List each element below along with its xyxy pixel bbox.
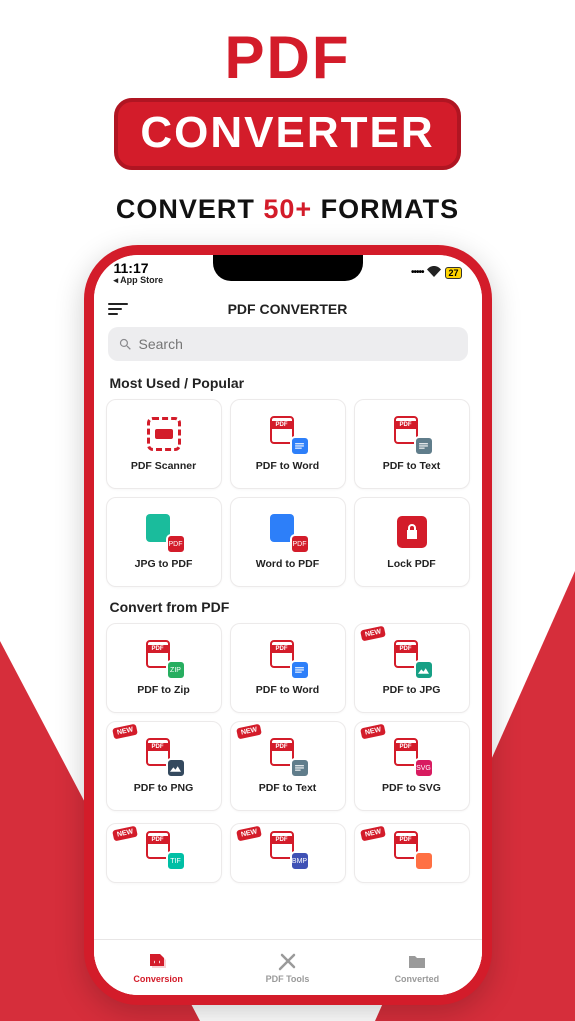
nav-conversion[interactable]: Conversion (94, 940, 223, 995)
new-badge: NEW (360, 626, 386, 642)
card-pdf-to-svg[interactable]: NEW SVG PDF to SVG (354, 721, 470, 811)
nav-label: PDF Tools (266, 974, 310, 984)
card-pdf-to-word-2[interactable]: PDF to Word (230, 623, 346, 713)
card-pdf-to-text-2[interactable]: NEW PDF to Text (230, 721, 346, 811)
app-header: PDF CONVERTER (94, 297, 482, 325)
card-jpg-to-pdf[interactable]: PDF JPG to PDF (106, 497, 222, 587)
tools-icon (276, 952, 298, 972)
card-label: PDF Scanner (131, 460, 196, 472)
content-scroll[interactable]: Most Used / Popular PDF Scanner (94, 371, 482, 939)
new-badge: NEW (236, 724, 262, 740)
card-pdf-to-png[interactable]: NEW PDF to PNG (106, 721, 222, 811)
hero-title-pdf: PDF (0, 28, 575, 88)
card-word-to-pdf[interactable]: PDF Word to PDF (230, 497, 346, 587)
image-icon (166, 758, 186, 778)
word-doc-icon (290, 660, 310, 680)
card-partial-tif[interactable]: NEW TIF (106, 823, 222, 883)
tif-icon: TIF (166, 851, 186, 871)
new-badge: NEW (360, 724, 386, 740)
section-convert-title: Convert from PDF (110, 599, 466, 615)
bottom-nav: Conversion PDF Tools Converted (94, 939, 482, 995)
grid-popular: PDF Scanner PDF to Word (106, 399, 470, 587)
hero-subtitle: CONVERT 50+ FORMATS (0, 194, 575, 225)
nav-label: Converted (395, 974, 440, 984)
card-label: PDF to PNG (134, 782, 194, 794)
status-back-link[interactable]: ◂ App Store (114, 276, 164, 286)
image-icon (414, 660, 434, 680)
new-badge: NEW (360, 826, 386, 842)
grid-convert-1: ZIP PDF to Zip PDF to Word (106, 623, 470, 811)
hero-sub-post: FORMATS (312, 194, 459, 224)
cellular-icon: ••••• (411, 267, 424, 278)
zip-icon: ZIP (166, 660, 186, 680)
app-title: PDF CONVERTER (108, 301, 468, 317)
file-overlay-icon (414, 851, 434, 871)
search-input[interactable] (139, 336, 458, 352)
card-pdf-to-word[interactable]: PDF to Word (230, 399, 346, 489)
card-pdf-scanner[interactable]: PDF Scanner (106, 399, 222, 489)
lock-icon (397, 516, 427, 548)
section-popular-title: Most Used / Popular (110, 375, 466, 391)
card-pdf-to-jpg[interactable]: NEW PDF to JPG (354, 623, 470, 713)
nav-converted[interactable]: Converted (352, 940, 481, 995)
scanner-icon (147, 417, 181, 451)
search-bar[interactable] (108, 327, 468, 361)
pdf-overlay-icon: PDF (290, 534, 310, 554)
folder-icon (406, 952, 428, 972)
card-pdf-to-text[interactable]: PDF to Text (354, 399, 470, 489)
conversion-icon (147, 952, 169, 972)
hero-sub-pre: CONVERT (116, 194, 264, 224)
card-label: JPG to PDF (135, 558, 193, 570)
battery-indicator: 27 (445, 267, 461, 279)
svg-icon: SVG (414, 758, 434, 778)
card-label: PDF to SVG (382, 782, 441, 794)
new-badge: NEW (112, 724, 138, 740)
text-file-icon (290, 758, 310, 778)
card-label: PDF to Word (256, 460, 319, 472)
grid-convert-2: NEW TIF NEW BMP NEW (106, 823, 470, 883)
phone-notch (213, 255, 363, 281)
bmp-icon: BMP (290, 851, 310, 871)
word-doc-icon (290, 436, 310, 456)
card-label: PDF to Word (256, 684, 319, 696)
new-badge: NEW (112, 826, 138, 842)
pdf-overlay-icon: PDF (166, 534, 186, 554)
card-label: PDF to Text (259, 782, 317, 794)
card-label: PDF to JPG (383, 684, 441, 696)
card-lock-pdf[interactable]: Lock PDF (354, 497, 470, 587)
text-file-icon (414, 436, 434, 456)
hero-banner: PDF CONVERTER CONVERT 50+ FORMATS (0, 0, 575, 225)
search-icon (118, 337, 133, 352)
status-time: 11:17 (114, 261, 164, 276)
hero-sub-accent: 50+ (263, 194, 312, 224)
card-pdf-to-zip[interactable]: ZIP PDF to Zip (106, 623, 222, 713)
card-label: Word to PDF (256, 558, 319, 570)
card-label: PDF to Zip (137, 684, 190, 696)
wifi-icon (427, 265, 441, 280)
phone-frame: 11:17 ◂ App Store ••••• 27 PDF CONVERTER (84, 245, 492, 1005)
card-partial-bmp[interactable]: NEW BMP (230, 823, 346, 883)
card-label: PDF to Text (383, 460, 441, 472)
card-label: Lock PDF (387, 558, 435, 570)
new-badge: NEW (236, 826, 262, 842)
nav-pdf-tools[interactable]: PDF Tools (223, 940, 352, 995)
nav-label: Conversion (133, 974, 183, 984)
hero-title-converter: CONVERTER (114, 98, 460, 170)
card-partial-3[interactable]: NEW (354, 823, 470, 883)
